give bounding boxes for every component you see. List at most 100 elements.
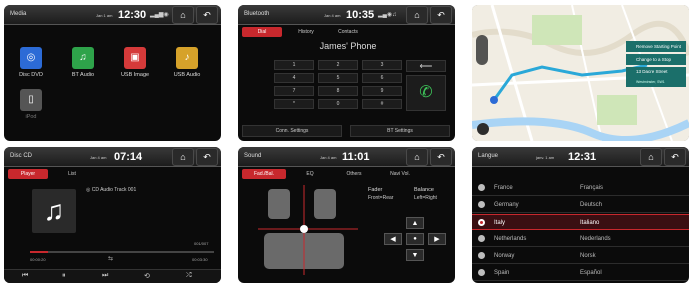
keypad-key[interactable]: 4 xyxy=(274,73,314,83)
home-button[interactable]: ⌂ xyxy=(406,148,428,166)
back-icon: ↶ xyxy=(203,10,211,20)
back-icon: ↶ xyxy=(203,152,211,162)
destination-title: 13 Dacre Street xyxy=(636,69,668,74)
keypad-key[interactable]: 1 xyxy=(274,60,314,70)
back-button[interactable]: ↶ xyxy=(430,148,452,166)
next-icon[interactable]: ⏭ xyxy=(102,272,108,280)
signal-icon: ▂▄◉♫ xyxy=(378,12,397,18)
keypad-key[interactable]: 3 xyxy=(362,60,402,70)
backspace-icon: ⟵ xyxy=(419,61,433,71)
fader-label: Fader xyxy=(368,187,383,193)
keypad-key[interactable]: 9 xyxy=(362,86,402,96)
date-label: Jan 4 am xyxy=(90,155,107,160)
radio-selected-icon xyxy=(478,219,485,226)
language-row[interactable]: Netherlands Nederlands xyxy=(472,231,689,247)
tab-player[interactable]: Player xyxy=(8,169,48,179)
center-button[interactable]: ● xyxy=(406,233,424,245)
tab-fader-balance[interactable]: Fad./Bal. xyxy=(242,169,286,179)
balance-label: Balance xyxy=(414,187,434,193)
menu-destination[interactable]: 13 Dacre Street Westminster, SW1 xyxy=(626,67,686,87)
keypad-key[interactable]: 5 xyxy=(318,73,358,83)
fader-value: Front=Rear xyxy=(368,195,394,201)
back-button[interactable]: ↶ xyxy=(430,6,452,24)
usb-audio-icon[interactable]: ♪ xyxy=(176,47,198,69)
car-seats-diagram[interactable] xyxy=(258,185,358,275)
keypad-key[interactable]: 6 xyxy=(362,73,402,83)
home-button[interactable]: ⌂ xyxy=(172,148,194,166)
radio-icon xyxy=(478,201,485,208)
back-button[interactable]: ↶ xyxy=(196,6,218,24)
back-button[interactable]: ↶ xyxy=(664,148,686,166)
keypad-key[interactable]: 2 xyxy=(318,60,358,70)
status-bar: Sound Jan 4 am 11:01 ⌂ ↶ xyxy=(238,147,455,167)
keypad-key[interactable]: 7 xyxy=(274,86,314,96)
language-row[interactable]: France Français xyxy=(472,180,689,196)
home-button[interactable]: ⌂ xyxy=(406,6,428,24)
keypad-key[interactable]: # xyxy=(362,99,402,109)
total-time: 00:03:30 xyxy=(192,257,208,262)
progress-track[interactable] xyxy=(30,251,214,253)
keypad-key[interactable]: * xyxy=(274,99,314,109)
disc-cd-screen: Disc CD Jan 4 am 07:14 ⌂ ↶ Player List ♫… xyxy=(4,147,221,283)
track-title: ◎ CD Audio Track 001 xyxy=(86,187,137,193)
album-art-music-icon: ♫ xyxy=(32,189,76,233)
pause-icon[interactable]: ⏸ xyxy=(62,272,66,280)
balance-right-button[interactable]: ▶ xyxy=(428,233,446,245)
radio-icon xyxy=(478,235,485,242)
fader-down-button[interactable]: ▼ xyxy=(406,249,424,261)
date-label: Jan 4 am xyxy=(320,155,337,160)
balance-left-button[interactable]: ◀ xyxy=(384,233,402,245)
call-button[interactable]: ✆ xyxy=(406,75,446,111)
clock: 12:30 xyxy=(118,9,147,21)
zoom-control[interactable] xyxy=(476,35,488,65)
tab-navi-vol[interactable]: Navi Vol. xyxy=(378,169,422,179)
repeat-icon[interactable]: ⟲ xyxy=(144,272,150,280)
home-button[interactable]: ⌂ xyxy=(172,6,194,24)
language-row[interactable]: Germany Deutsch xyxy=(472,197,689,213)
bluetooth-icon[interactable]: ♫ xyxy=(72,47,94,69)
tab-dial[interactable]: Dial xyxy=(242,27,282,37)
sound-screen: Sound Jan 4 am 11:01 ⌂ ↶ Fad./Bal. EQ Ot… xyxy=(238,147,455,283)
tab-history[interactable]: History xyxy=(286,27,326,37)
language-row-selected[interactable]: Italy Italiano xyxy=(472,214,689,230)
conn-settings-button[interactable]: Conn. Settings xyxy=(242,125,342,137)
media-label: iPod xyxy=(25,114,37,120)
keypad-key[interactable]: 8 xyxy=(318,86,358,96)
menu-button[interactable] xyxy=(477,123,489,135)
menu-change-to-stop[interactable]: Change to a Stop xyxy=(626,54,686,65)
shuffle-icon[interactable]: ⤮ xyxy=(186,272,192,280)
ipod-icon[interactable]: ▯ xyxy=(20,89,42,111)
arrow-left-icon: ◀ xyxy=(390,236,396,243)
tab-others[interactable]: Others xyxy=(334,169,374,179)
fader-up-button[interactable]: ▲ xyxy=(406,217,424,229)
home-button[interactable]: ⌂ xyxy=(640,148,662,166)
track-number: 001/007 xyxy=(194,241,209,246)
menu-remove-start[interactable]: Remove Starting Point xyxy=(626,41,686,52)
radio-icon xyxy=(478,184,485,191)
home-icon: ⌂ xyxy=(180,152,186,162)
center-dot-icon: ● xyxy=(413,236,417,242)
keypad-key[interactable]: 0 xyxy=(318,99,358,109)
media-label: USB Image xyxy=(120,72,150,78)
language-row[interactable]: Norway Norsk xyxy=(472,248,689,264)
back-icon: ↶ xyxy=(437,152,445,162)
disc-icon[interactable]: ◎ xyxy=(20,47,42,69)
destination-sub: Westminster, SW1 xyxy=(636,80,665,84)
backspace-button[interactable]: ⟵ xyxy=(406,60,446,72)
language-row[interactable]: Spain Español xyxy=(472,265,689,281)
tab-list[interactable]: List xyxy=(52,169,92,179)
bt-settings-button[interactable]: BT Settings xyxy=(350,125,450,137)
previous-icon[interactable]: ⏮ xyxy=(22,272,28,280)
progress-fill xyxy=(30,251,49,253)
home-icon: ⌂ xyxy=(648,152,654,162)
tab-contacts[interactable]: Contacts xyxy=(328,27,368,37)
usb-image-icon[interactable]: ▣ xyxy=(124,47,146,69)
back-button[interactable]: ↶ xyxy=(196,148,218,166)
media-label: Disc DVD xyxy=(19,72,43,78)
tab-eq[interactable]: EQ xyxy=(290,169,330,179)
date-label: janv. 1 am xyxy=(536,155,555,160)
transport-bar: ⏮ ⏸ ⏭ ⟲ ⤮ xyxy=(4,269,221,283)
status-bar: Langue janv. 1 am 12:31 ⌂ ↶ xyxy=(472,147,689,167)
bluetooth-screen: Bluetooth Jan 4 am 10:35 ▂▄◉♫ ⌂ ↶ Dial H… xyxy=(238,5,455,141)
clock: 12:31 xyxy=(568,151,597,163)
